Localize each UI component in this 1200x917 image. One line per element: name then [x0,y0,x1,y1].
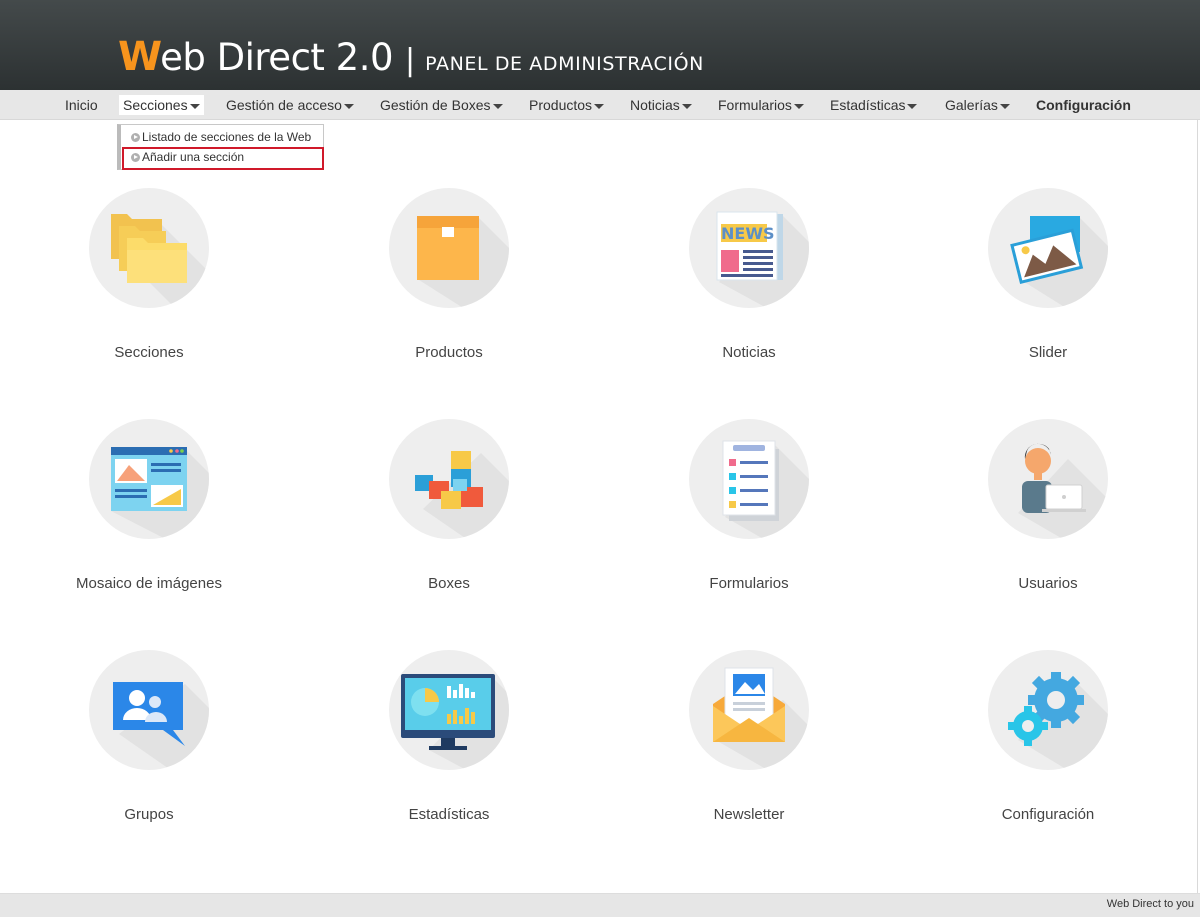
tile-label: Slider [1028,344,1068,361]
nav-label: Inicio [65,97,98,113]
caret-down-icon [189,103,200,109]
tile-formularios[interactable]: Formularios [629,419,869,619]
svg-text:NEWS: NEWS [721,224,775,243]
caret-down-icon [594,103,605,109]
logo-w: W [118,34,162,80]
nav-label: Estadísticas [830,97,906,113]
nav-item-inicio[interactable]: Inicio [63,95,100,115]
nav-item-formularios[interactable]: Formularios [716,95,806,115]
group-chat-icon [89,650,209,770]
nav-label: Galerías [945,97,998,113]
tile-label: Newsletter [713,806,785,823]
nav-item-productos[interactable]: Productos [527,95,606,115]
tile-label: Mosaico de imágenes [76,575,222,592]
caret-down-icon [907,103,918,109]
nav-item-noticias[interactable]: Noticias [628,95,694,115]
nav-item-estadisticas[interactable]: Estadísticas [828,95,919,115]
tile-noticias[interactable]: NEWS Noticias [629,188,869,388]
logo-text: eb Direct 2.0 [160,36,394,79]
caret-down-icon [492,103,503,109]
tile-usuarios[interactable]: Usuarios [928,419,1168,619]
envelope-icon [689,650,809,770]
tile-label: Usuarios [1018,575,1078,592]
nav-label: Gestión de Boxes [380,97,491,113]
tile-estadisticas[interactable]: Estadísticas [329,650,569,850]
nav-item-gestion-acceso[interactable]: Gestión de acceso [224,95,356,115]
folder-icon [89,188,209,308]
tile-label: Noticias [722,344,776,361]
nav-label: Productos [529,97,593,113]
caret-down-icon [681,103,692,109]
nav-label: Formularios [718,97,792,113]
dropdown-item-listado-secciones[interactable]: Listado de secciones de la Web [131,128,311,146]
logo-separator: | [405,43,416,78]
tile-label: Estadísticas [408,806,490,823]
caret-down-icon [793,103,804,109]
tile-label: Grupos [124,806,174,823]
nav-item-secciones[interactable]: Secciones [119,95,204,115]
highlight-box [122,147,324,170]
tile-boxes[interactable]: Boxes [329,419,569,619]
nav-item-gestion-boxes[interactable]: Gestión de Boxes [378,95,505,115]
tile-secciones[interactable]: Secciones [29,188,269,388]
footer: Web Direct to you [0,893,1200,917]
tile-mosaico-imagenes[interactable]: Mosaico de imágenes [29,419,269,619]
tile-label: Formularios [709,575,789,592]
image-mosaic-icon [89,419,209,539]
main-nav: Inicio Secciones Gestión de acceso Gesti… [0,90,1200,120]
caret-down-icon [343,103,354,109]
newspaper-icon: NEWS [689,188,809,308]
nav-label: Configuración [1036,97,1131,113]
monitor-chart-icon [389,650,509,770]
tile-label: Secciones [114,344,184,361]
nav-label: Noticias [630,97,680,113]
tile-productos[interactable]: Productos [329,188,569,388]
gears-icon [988,650,1108,770]
nav-label: Secciones [123,97,188,113]
tile-slider[interactable]: Slider [928,188,1168,388]
nav-label: Gestión de acceso [226,97,342,113]
tile-label: Productos [415,344,483,361]
tile-newsletter[interactable]: Newsletter [629,650,869,850]
content-border [1197,120,1198,893]
user-laptop-icon [988,419,1108,539]
box-icon [389,188,509,308]
caret-down-icon [999,103,1010,109]
header: Web Direct 2.0 | PANEL DE ADMINISTRACIÓN [0,0,1200,90]
nav-item-galerias[interactable]: Galerías [943,95,1012,115]
form-icon [689,419,809,539]
footer-text: Web Direct to you [1106,898,1194,910]
nav-item-configuracion[interactable]: Configuración [1034,95,1133,115]
tile-label: Boxes [428,575,470,592]
cubes-icon [389,419,509,539]
tile-configuracion[interactable]: Configuración [928,650,1168,850]
logo[interactable]: Web Direct 2.0 | PANEL DE ADMINISTRACIÓN [118,34,704,82]
tile-label: Configuración [1001,806,1095,823]
image-slider-icon [988,188,1108,308]
tile-grupos[interactable]: Grupos [29,650,269,850]
arrow-bullet-icon [131,133,140,142]
panel-subtitle: PANEL DE ADMINISTRACIÓN [425,53,704,75]
dropdown-item-label: Listado de secciones de la Web [142,130,312,144]
